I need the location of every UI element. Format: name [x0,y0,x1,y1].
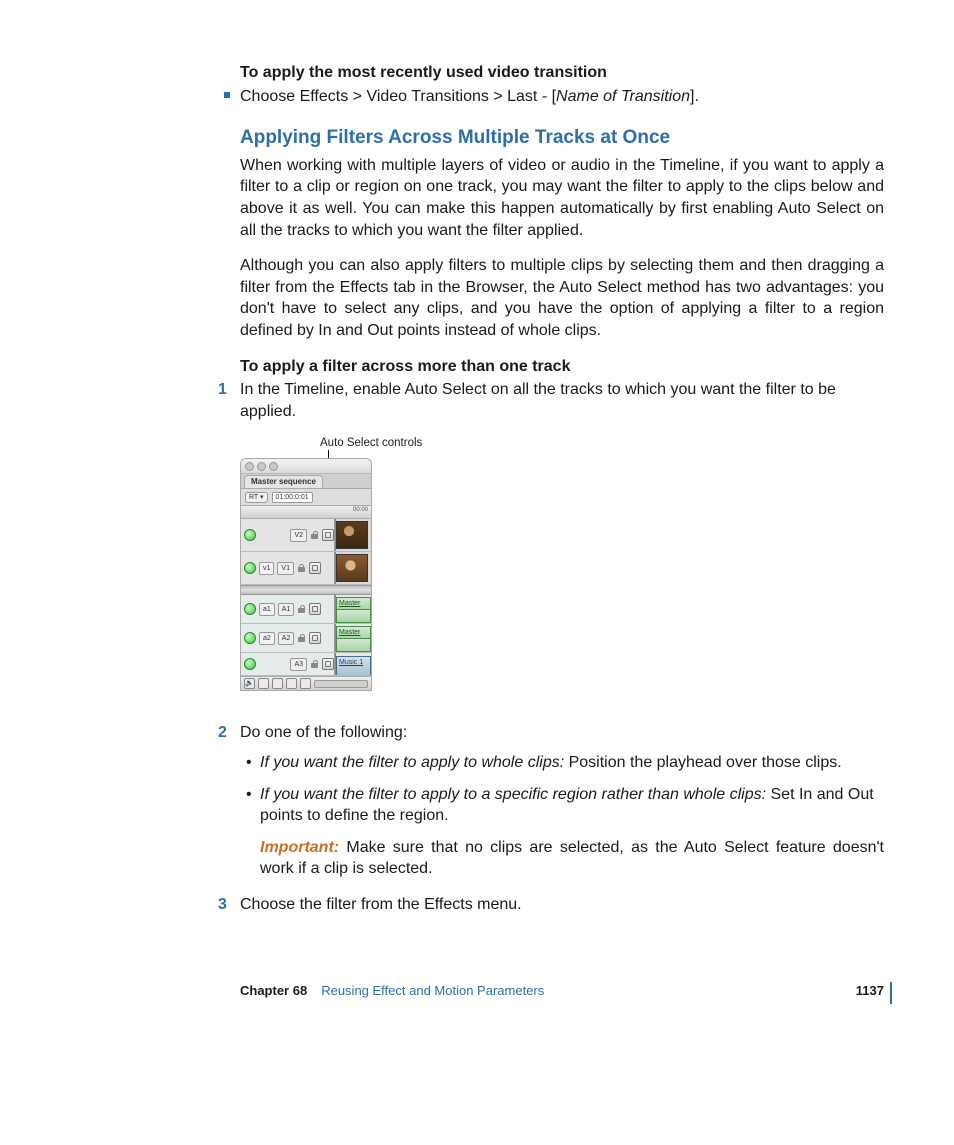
recent-transition-step: Choose Effects > Video Transitions > Las… [240,86,884,108]
visibility-led-icon [244,529,256,541]
timeline-footer [241,676,371,690]
square-bullet-icon [224,92,230,98]
toggle-icon [300,678,311,689]
lock-icon [297,605,306,614]
toggle-icon [286,678,297,689]
important-label: Important: [260,839,339,856]
mute-icon [244,678,255,689]
autoselect-toggle [309,603,321,615]
chapter-label: Chapter 68 [240,982,307,1000]
sequence-tab: Master sequence [244,475,323,488]
step-3-text: Choose the filter from the Effects menu. [240,896,522,913]
lock-icon [310,660,319,669]
transition-name-placeholder: Name of Transition [556,88,690,105]
page-footer: Chapter 68 Reusing Effect and Motion Par… [240,982,884,1000]
dest-a1: A1 [278,603,295,616]
track-a3: A3 Music 1 [241,653,371,676]
step-text-post: ]. [690,88,699,105]
src-a1: a1 [259,603,275,616]
step-3: 3 Choose the filter from the Effects men… [240,894,884,916]
step-number-1: 1 [218,379,227,401]
audio-clip [336,609,371,623]
page-number: 1137 [856,982,884,1000]
toggle-icon [272,678,283,689]
step-1-text: In the Timeline, enable Auto Select on a… [240,381,836,420]
apply-recent-transition-heading: To apply the most recently used video tr… [240,62,884,84]
zoom-slider [314,680,368,688]
dest-v2: V2 [290,529,307,542]
track-separator [241,585,371,595]
apply-filter-multi-track-heading: To apply a filter across more than one t… [240,356,884,378]
rt-popup: RT ▾ [245,492,268,503]
lock-icon [297,564,306,573]
lock-icon [310,531,319,540]
chapter-title: Reusing Effect and Motion Parameters [321,982,544,1000]
option-a: If you want the filter to apply to whole… [260,752,884,774]
option-b-condition: If you want the filter to apply to a spe… [260,786,766,803]
step-2: 2 Do one of the following: If you want t… [240,722,884,880]
autoselect-toggle [309,632,321,644]
option-b: If you want the filter to apply to a spe… [260,784,884,880]
ruler: 00:00 [241,506,371,519]
music-clip: Music 1 [336,656,371,675]
video-clip-thumb [336,521,368,549]
applying-filters-heading: Applying Filters Across Multiple Tracks … [240,125,884,151]
important-text: Make sure that no clips are selected, as… [260,839,884,878]
tab-row: Master sequence [241,474,371,489]
track-a2: a2 A2 Master sh [241,624,371,653]
page-edge-rule [890,982,892,1004]
audibility-led-icon [244,603,256,615]
option-a-condition: If you want the filter to apply to whole… [260,754,564,771]
step-number-2: 2 [218,722,227,744]
filters-para-2: Although you can also apply filters to m… [240,255,884,341]
step-number-3: 3 [218,894,227,916]
timeline-screenshot: Auto Select controls Master sequence RT … [240,440,884,698]
autoselect-toggle [309,562,321,574]
dest-v1: V1 [277,562,294,575]
callout-autoselect: Auto Select controls [320,436,422,452]
autoselect-toggle [322,658,334,670]
src-v1: v1 [259,562,274,575]
video-clip-thumb [336,554,368,582]
timecode-field: 01:00:0:01 [272,492,313,503]
toolbar-row: RT ▾ 01:00:0:01 [241,489,371,506]
dest-a2: A2 [278,632,295,645]
dest-a3: A3 [290,658,307,671]
toggle-icon [258,678,269,689]
step-1: 1 In the Timeline, enable Auto Select on… [240,379,884,698]
step-text-pre: Choose Effects > Video Transitions > Las… [240,88,556,105]
lock-icon [297,634,306,643]
audibility-led-icon [244,632,256,644]
track-v1: v1 V1 [241,552,371,585]
track-v2: V2 [241,519,371,552]
window-titlebar [241,459,371,474]
audibility-led-icon [244,658,256,670]
autoselect-toggle [322,529,334,541]
src-a2: a2 [259,632,275,645]
timeline-window: Master sequence RT ▾ 01:00:0:01 00:00 V2 [240,458,372,691]
traffic-light-icon [257,462,266,471]
option-a-action: Position the playhead over those clips. [564,754,842,771]
track-a1: a1 A1 Master sh [241,595,371,624]
traffic-light-icon [269,462,278,471]
audio-clip [336,638,371,652]
visibility-led-icon [244,562,256,574]
traffic-light-icon [245,462,254,471]
step-2-text: Do one of the following: [240,724,407,741]
filters-para-1: When working with multiple layers of vid… [240,155,884,241]
